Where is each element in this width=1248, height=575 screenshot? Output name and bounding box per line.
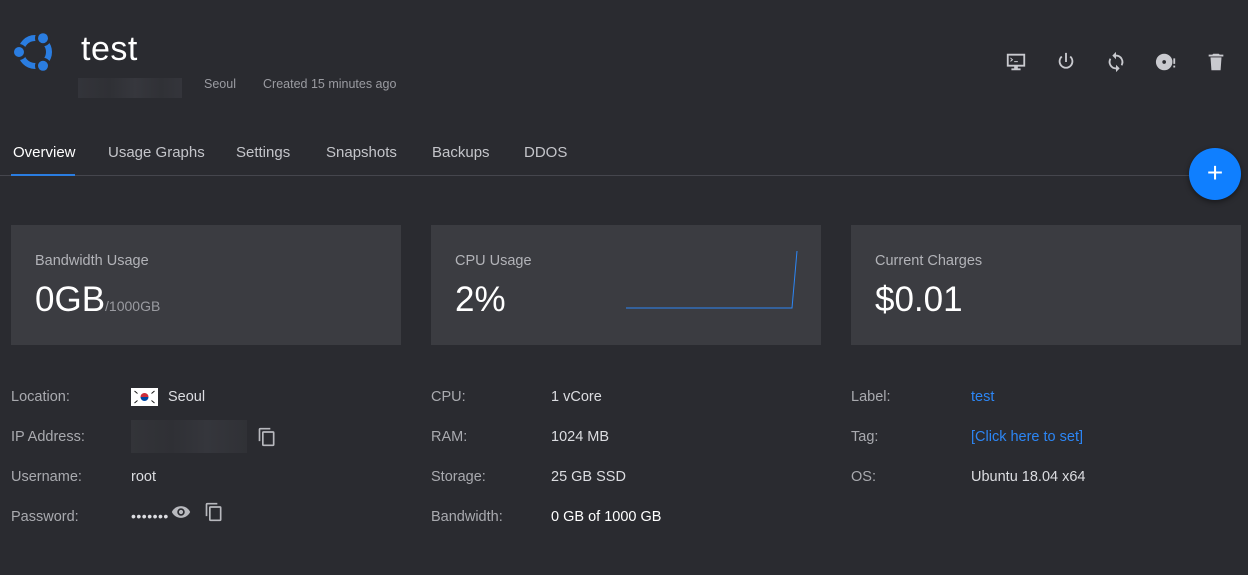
location-label: Location:	[11, 389, 70, 405]
show-password-button[interactable]	[171, 502, 191, 522]
copy-ip-button[interactable]	[257, 427, 277, 447]
tab-backups[interactable]: Backups	[432, 144, 490, 176]
bandwidth-card-value: 0GB/1000GB	[35, 280, 160, 320]
tag-label: Tag:	[851, 429, 879, 445]
reinstall-button[interactable]	[1154, 50, 1178, 74]
location-value: Seoul	[168, 389, 206, 405]
south-korea-flag-icon	[131, 388, 158, 406]
tab-bar: Overview Usage Graphs Settings Snapshots…	[0, 140, 1240, 176]
add-button[interactable]: +	[1189, 148, 1241, 200]
power-icon	[1058, 52, 1074, 69]
ram-value: 1024 MB	[551, 429, 610, 445]
cpu-card-value: 2%	[455, 280, 506, 319]
charges-card-label: Current Charges	[875, 253, 983, 269]
storage-label: Storage:	[431, 469, 486, 485]
restart-icon	[1108, 51, 1124, 73]
charges-card: Current Charges $0.01	[851, 225, 1241, 345]
tab-snapshots[interactable]: Snapshots	[326, 144, 397, 176]
trash-icon	[1208, 53, 1224, 71]
os-label: OS:	[851, 469, 876, 485]
cpu-card: CPU Usage 2%	[431, 225, 821, 345]
ip-address-label: IP Address:	[11, 429, 85, 445]
charges-card-value: $0.01	[875, 280, 963, 319]
bandwidth-card: Bandwidth Usage 0GB/1000GB	[11, 225, 401, 345]
server-label-label: Label:	[851, 389, 891, 405]
eye-icon	[171, 506, 191, 518]
tag-link[interactable]: [Click here to set]	[971, 429, 1083, 445]
destroy-button[interactable]	[1204, 50, 1228, 74]
ip-address-value	[131, 420, 247, 453]
storage-value: 25 GB SSD	[551, 469, 626, 485]
os-value: Ubuntu 18.04 x64	[971, 469, 1086, 485]
copy-icon	[258, 427, 275, 447]
username-value: root	[131, 469, 156, 485]
ubuntu-logo-icon	[11, 28, 59, 76]
redacted-ip	[78, 78, 182, 98]
bandwidth-used: 0GB	[35, 280, 106, 319]
username-label: Username:	[11, 469, 82, 485]
password-label: Password:	[11, 509, 79, 525]
server-actions	[1004, 50, 1228, 74]
cpu-card-label: CPU Usage	[455, 253, 532, 269]
copy-icon	[205, 502, 222, 522]
bandwidth-value: 0 GB of 1000 GB	[551, 509, 662, 525]
reinstall-disk-icon	[1155, 53, 1176, 71]
power-button[interactable]	[1054, 50, 1078, 74]
tab-overview[interactable]: Overview	[13, 144, 76, 176]
cpu-value: 1 vCore	[551, 389, 602, 405]
active-tab-indicator	[11, 174, 75, 176]
restart-button[interactable]	[1104, 50, 1128, 74]
cpu-sparkline-line	[626, 250, 798, 309]
tab-usage-graphs[interactable]: Usage Graphs	[108, 144, 205, 176]
console-button[interactable]	[1004, 50, 1028, 74]
password-value: •••••••	[131, 508, 169, 524]
created-time: Created 15 minutes ago	[263, 77, 397, 91]
tab-settings[interactable]: Settings	[236, 144, 290, 176]
server-overview-page: test Seoul Created 15 minutes ago Overvi…	[0, 0, 1248, 575]
cpu-sparkline	[626, 250, 798, 309]
tab-ddos[interactable]: DDOS	[524, 144, 567, 176]
ram-label: RAM:	[431, 429, 468, 445]
bandwidth-card-label: Bandwidth Usage	[35, 253, 149, 269]
console-icon	[1006, 53, 1026, 71]
plus-icon: +	[1206, 157, 1224, 188]
bandwidth-label: Bandwidth:	[431, 509, 503, 525]
bandwidth-limit: /1000GB	[105, 298, 161, 314]
server-location: Seoul	[204, 77, 236, 91]
page-title: test	[81, 30, 138, 68]
copy-password-button[interactable]	[204, 502, 224, 522]
cpu-label: CPU:	[431, 389, 466, 405]
server-label-link[interactable]: test	[971, 389, 994, 405]
